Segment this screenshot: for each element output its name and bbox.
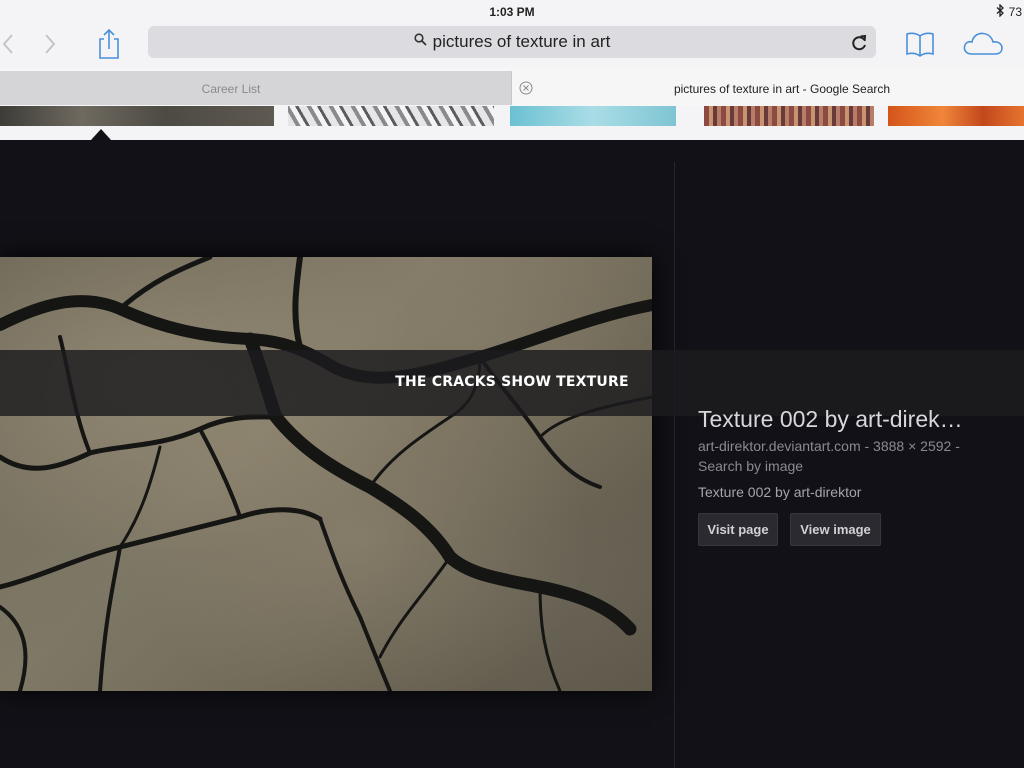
address-text: pictures of texture in art — [432, 32, 611, 51]
selected-indicator — [91, 129, 111, 140]
bluetooth-icon — [996, 3, 1005, 20]
tab-label: Career List — [201, 82, 261, 96]
tab-career-list[interactable]: Career List — [0, 71, 512, 105]
crack-lines — [0, 257, 652, 691]
cloud-icon[interactable] — [958, 26, 1008, 62]
result-description: Texture 002 by art-direktor — [698, 484, 862, 500]
battery-percent: 73 — [1008, 5, 1022, 19]
forward-icon[interactable] — [36, 26, 64, 62]
share-icon[interactable] — [92, 26, 126, 62]
status-right: 73 — [996, 3, 1022, 20]
caption-text: THE CRACKS SHOW TEXTURE — [395, 374, 629, 390]
panel-divider — [674, 162, 675, 768]
browser-toolbar: pictures of texture in art — [0, 24, 1024, 68]
status-bar: 1:03 PM 73 — [0, 0, 1024, 24]
result-title[interactable]: Texture 002 by art-direk… — [698, 406, 963, 433]
search-by-image-link[interactable]: Search by image — [698, 458, 803, 474]
tab-bar: Career List pictures of texture in art -… — [0, 68, 1024, 106]
visit-page-button[interactable]: Visit page — [698, 513, 778, 546]
address-content: pictures of texture in art — [148, 32, 876, 52]
view-image-button[interactable]: View image — [790, 513, 881, 546]
result-thumbnail[interactable] — [888, 106, 1024, 126]
close-tab-icon[interactable] — [519, 81, 533, 95]
status-time: 1:03 PM — [489, 5, 535, 19]
cracked-texture-image[interactable] — [0, 257, 652, 691]
result-thumbnail[interactable] — [510, 106, 676, 126]
result-thumbnail[interactable] — [704, 106, 874, 126]
reload-icon[interactable] — [848, 32, 870, 54]
back-icon[interactable] — [0, 26, 16, 62]
result-thumbnail[interactable] — [0, 106, 274, 126]
address-bar[interactable]: pictures of texture in art — [148, 26, 876, 58]
search-icon — [414, 33, 427, 51]
tab-google-search[interactable]: pictures of texture in art - Google Sear… — [540, 82, 1024, 96]
bookmarks-icon[interactable] — [900, 26, 940, 62]
result-thumbnail[interactable] — [288, 106, 494, 126]
image-results-strip — [0, 106, 1024, 140]
result-meta: art-direktor.deviantart.com - 3888 × 259… — [698, 438, 960, 454]
